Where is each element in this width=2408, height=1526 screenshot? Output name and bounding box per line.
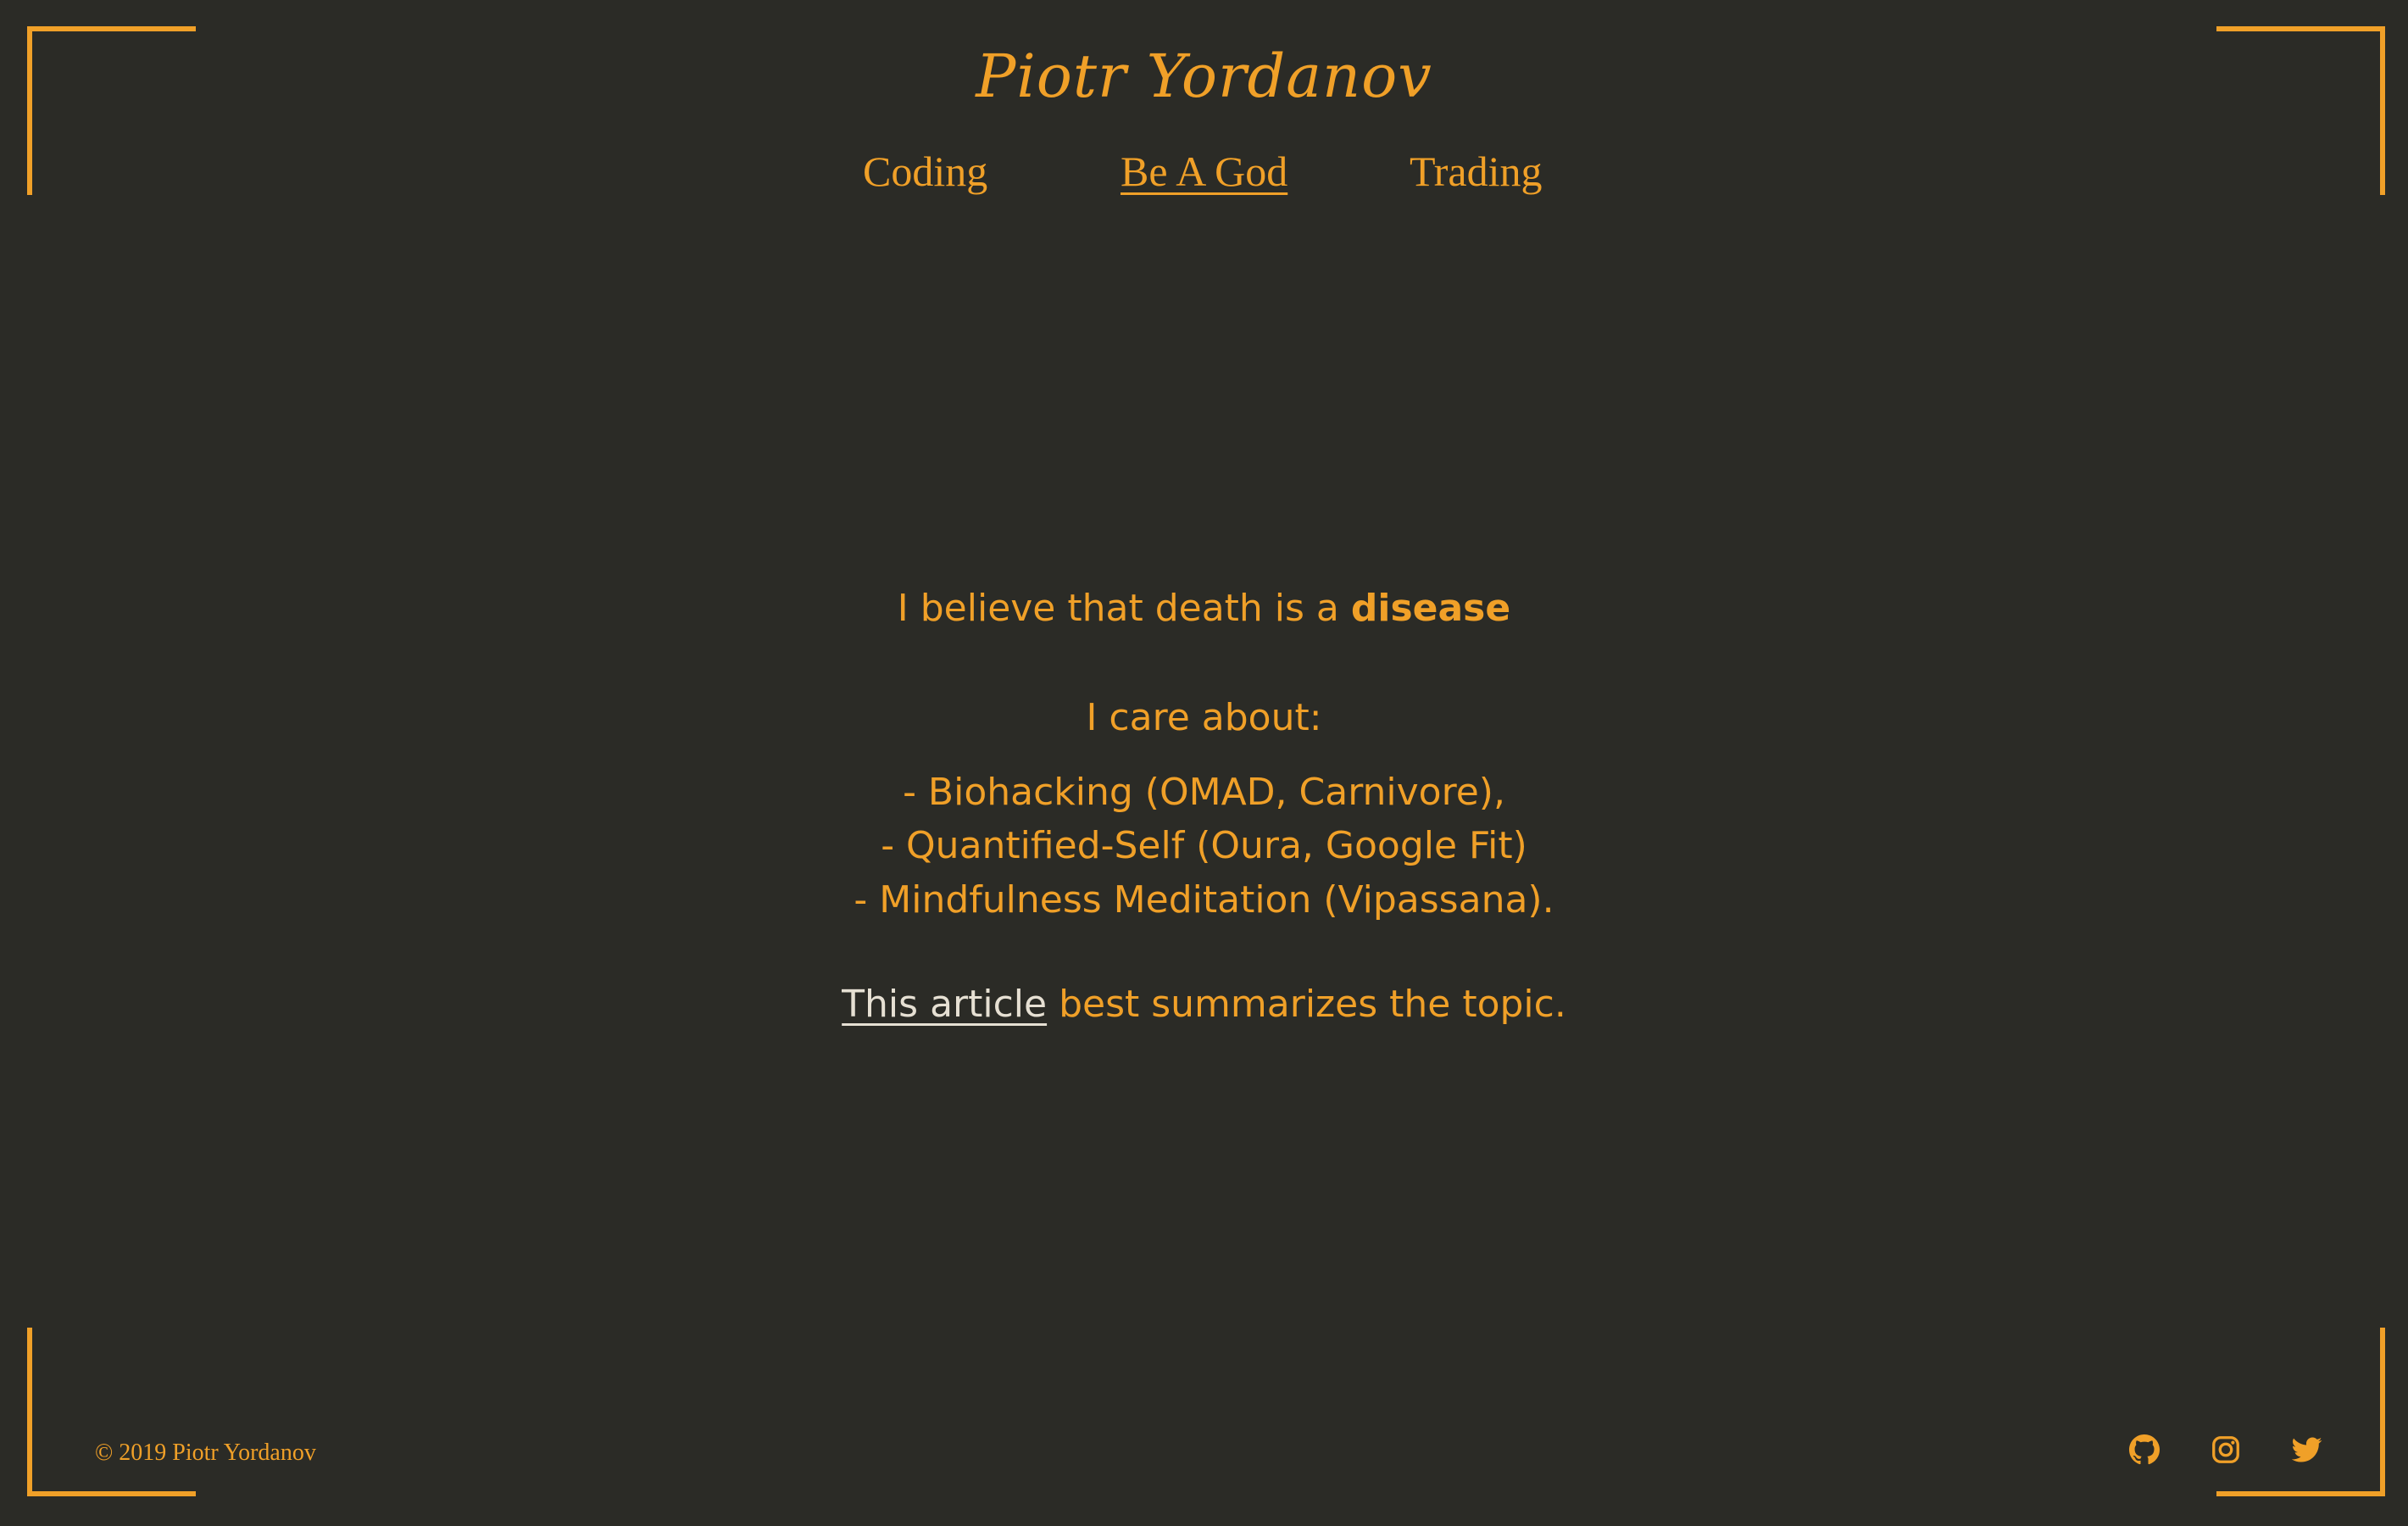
github-icon xyxy=(2129,1434,2160,1465)
nav-item-trading[interactable]: Trading xyxy=(1410,139,1543,203)
care-item-biohacking: - Biohacking (OMAD, Carnivore), xyxy=(903,771,1505,814)
care-item-quantified-self: - Quantified-Self (Oura, Google Fit) xyxy=(881,824,1527,867)
footer-copyright: © 2019 Piotr Yordanov xyxy=(95,1440,316,1466)
site-brand-logo[interactable]: Piotr Yordanov xyxy=(0,41,2408,112)
death-statement-emphasis: disease xyxy=(1350,587,1511,630)
twitter-link[interactable] xyxy=(2290,1433,2324,1467)
instagram-link[interactable] xyxy=(2209,1433,2243,1467)
instagram-icon xyxy=(2212,1436,2239,1463)
twitter-icon xyxy=(2292,1437,2322,1462)
github-link[interactable] xyxy=(2127,1433,2161,1467)
nav-item-be-a-god[interactable]: Be A God xyxy=(1121,139,1287,203)
main-nav: Coding Be A God Trading xyxy=(0,139,2408,203)
article-link[interactable]: This article xyxy=(842,983,1047,1026)
care-heading: I care about: xyxy=(1086,696,1322,739)
article-sentence: This article best summarizes the topic. xyxy=(0,979,2408,1030)
death-statement-text: I believe that death is a xyxy=(897,587,1351,630)
corner-frame-bottom-right xyxy=(2216,1328,2385,1496)
article-sentence-suffix: best summarizes the topic. xyxy=(1047,983,1566,1026)
nav-item-coding[interactable]: Coding xyxy=(863,139,987,203)
care-item-meditation: - Mindfulness Meditation (Vipassana). xyxy=(854,878,1554,922)
corner-frame-bottom-left xyxy=(27,1328,196,1496)
death-statement: I believe that death is a disease xyxy=(0,583,2408,634)
